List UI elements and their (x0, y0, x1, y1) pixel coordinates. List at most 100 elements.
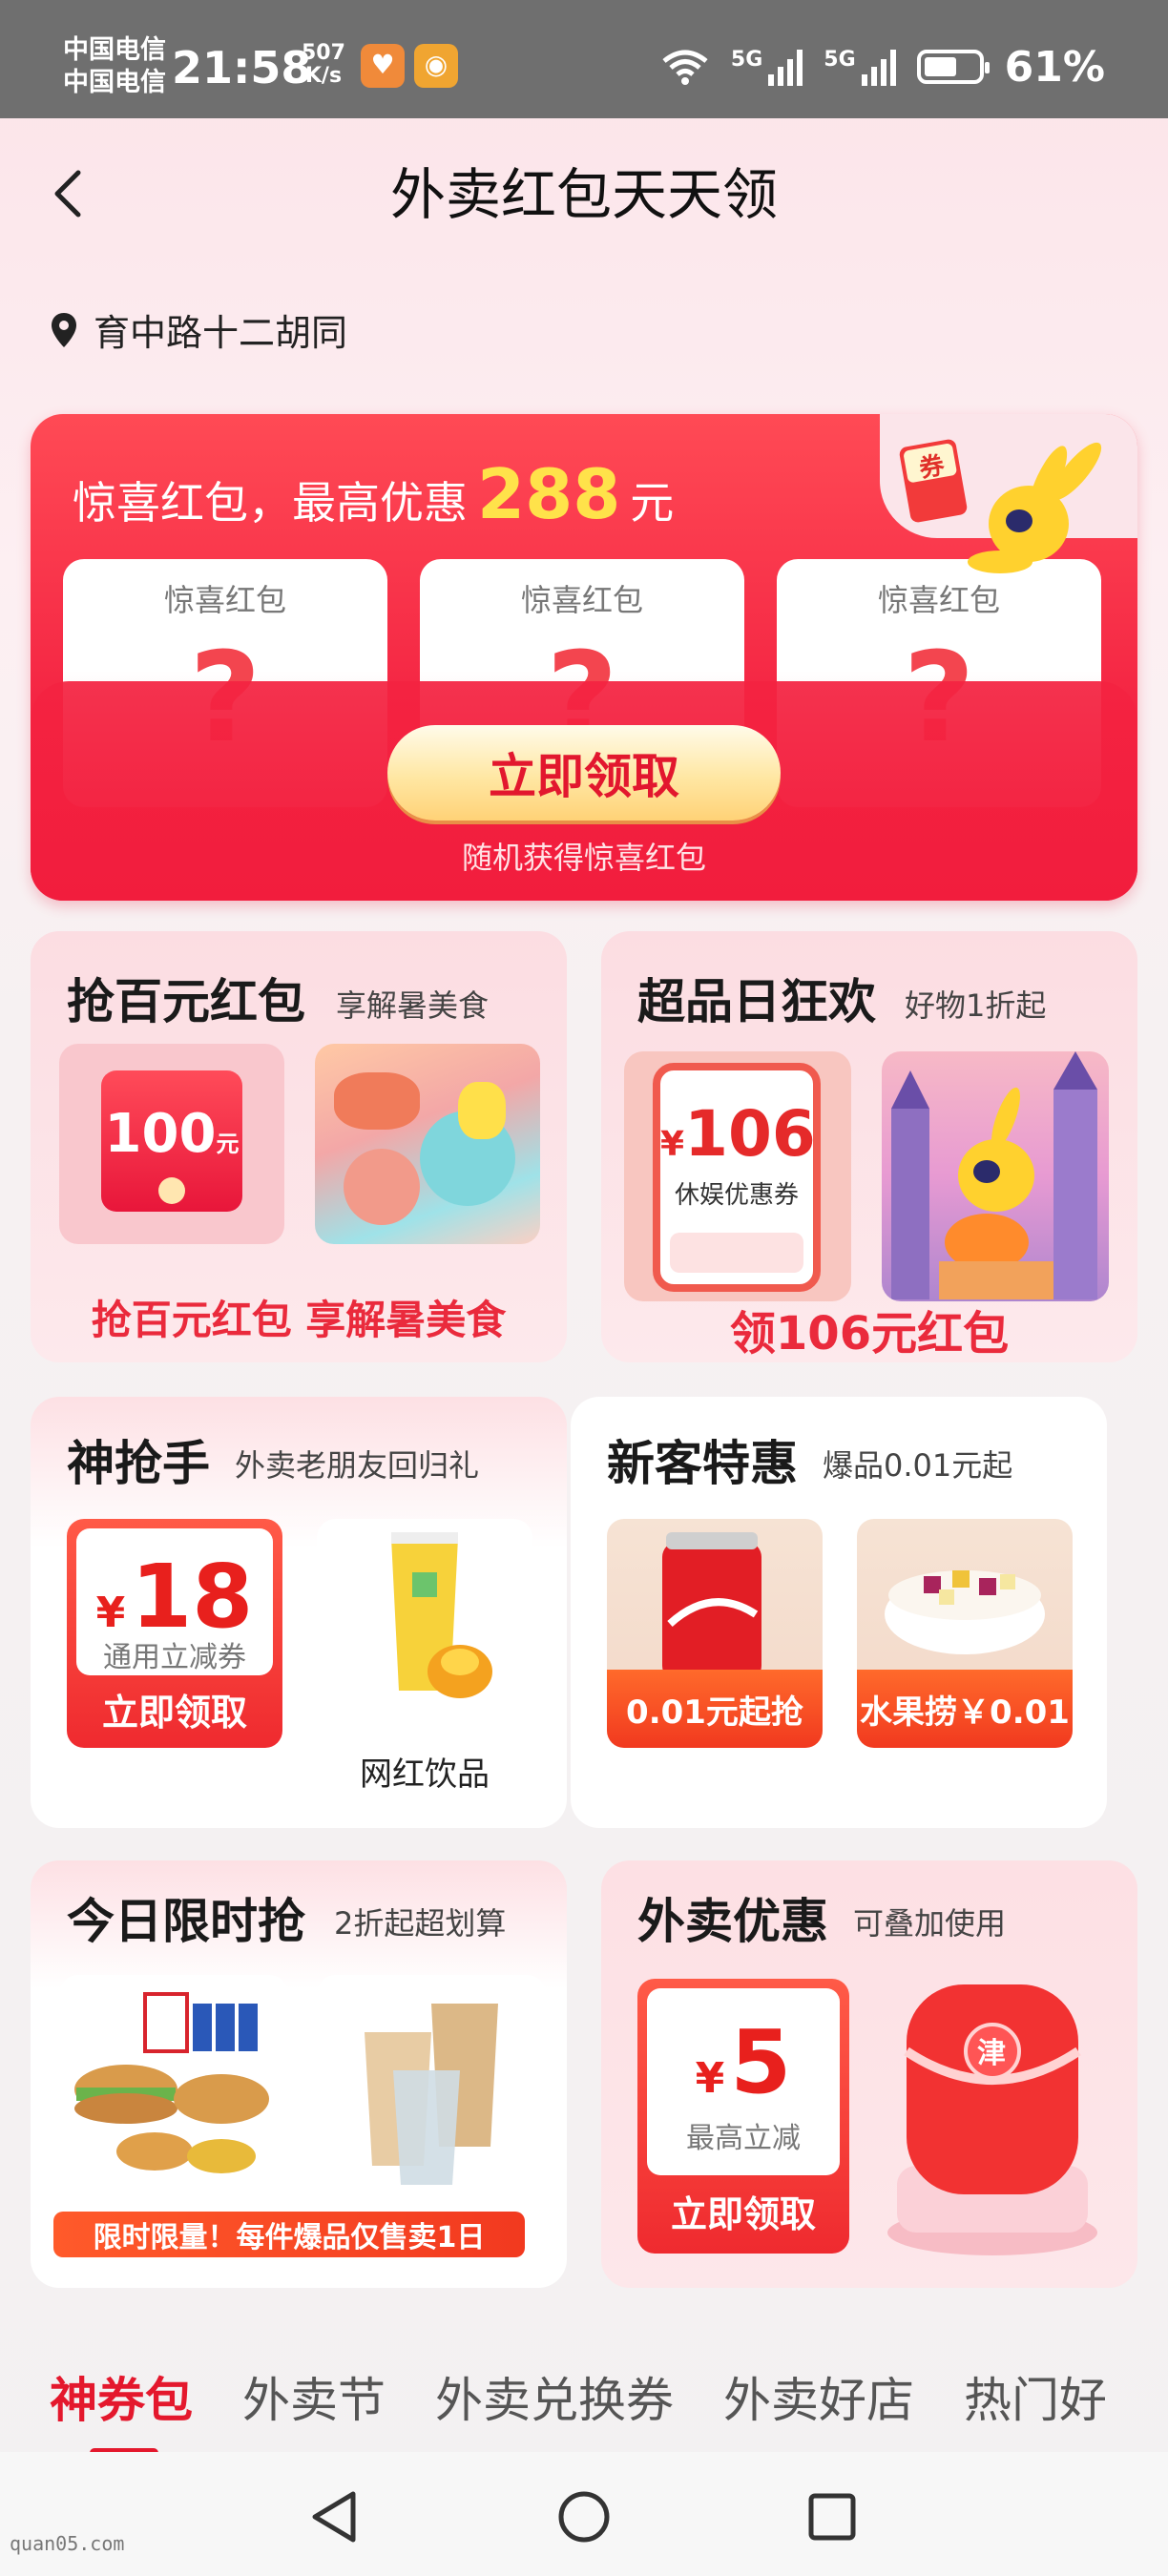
packet-value: 100 (104, 1103, 217, 1165)
surprise-max-amount: 288 (477, 454, 621, 534)
wifi-icon (660, 48, 710, 86)
status-indicators: 5G 5G 61% (660, 38, 1105, 95)
weibo-app-icon: ◉ (414, 44, 458, 88)
jar-glyph: 津 (977, 2037, 1006, 2070)
tile-subtitle: 爆品0.01元起 (823, 1447, 1013, 1484)
clock: 21:58 (172, 42, 312, 93)
fruit-bowl-icon (885, 1570, 1045, 1654)
net-speed-value: 507 (302, 41, 345, 65)
coupon-value: 5 (730, 2011, 792, 2113)
red-jar-icon: 津 (887, 1984, 1097, 2255)
tile-title: 神抢手 (67, 1436, 210, 1491)
surprise-title-prefix: 惊喜红包，最高优惠 (73, 477, 468, 529)
coupon-note: 最高立减 (686, 2122, 801, 2155)
fried-chicken-combo-image (59, 1975, 288, 2194)
coupon-symbol: ¥ (695, 2054, 725, 2103)
tile-subtitle: 2折起超划算 (334, 1905, 507, 1942)
surprise-red-packet-banner: 惊喜红包，最高优惠 288 元 惊喜红包 ? 惊喜红包 ? 惊喜红包 ? 立即领… (31, 414, 1137, 901)
burger-combo-icon (74, 1992, 269, 2173)
tab-good-shops[interactable]: 外卖好店 (723, 2367, 914, 2434)
coupon-desc: 休娱优惠券 (674, 1181, 799, 1210)
tile-subtitle: 可叠加使用 (853, 1905, 1007, 1942)
tile-caption: 领106元红包 (729, 1307, 1010, 1361)
tile-title: 超品日狂欢 (637, 974, 876, 1029)
product-card[interactable]: 水果捞￥0.01 (857, 1519, 1073, 1748)
battery-icon (916, 50, 990, 84)
claim-surprise-button[interactable]: 立即领取 (387, 725, 781, 821)
product-label: 网红饮品 (360, 1755, 490, 1794)
triangle-back-icon (312, 2491, 356, 2543)
coupon-symbol: ¥ (660, 1125, 685, 1164)
tab-delivery-festival[interactable]: 外卖节 (242, 2367, 386, 2434)
red-packet-100-image: 100元 (59, 1044, 284, 1244)
tile-grabber[interactable]: 神抢手 外卖老朋友回归礼 ¥18 通用立减券 立即领取 网红饮品 (31, 1397, 567, 1828)
surprise-subtitle: 随机获得惊喜红包 (461, 840, 706, 876)
mystery-card-label: 惊喜红包 (520, 582, 643, 618)
red-envelope-icon: 100元 (101, 1070, 242, 1212)
net-speed-unit: K/s (304, 64, 343, 88)
coupon-5[interactable]: ¥5 最高立减 立即领取 (637, 1979, 849, 2254)
location-pin-icon (52, 312, 76, 347)
surprise-amount-unit: 元 (630, 477, 675, 529)
category-tabs: 神券包 外卖节 外卖兑换券 外卖好店 热门好 (0, 2353, 1168, 2448)
tab-coupon-pack[interactable]: 神券包 (50, 2367, 193, 2434)
product-price: 0.01元起抢 (607, 1670, 823, 1748)
product-price: 水果捞￥0.01 (857, 1670, 1073, 1748)
tile-delivery-discount[interactable]: 外卖优惠 可叠加使用 ¥5 最高立减 立即领取 津 (601, 1860, 1137, 2288)
tile-subtitle: 享解暑美食 (336, 987, 490, 1024)
tile-title: 新客特惠 (607, 1436, 798, 1491)
location-address: 育中路十二胡同 (94, 312, 348, 354)
carrier-info: 中国电信 中国电信 (63, 34, 166, 99)
coupon-note: 通用立减券 (103, 1641, 246, 1674)
tile-subtitle: 外卖老朋友回归礼 (235, 1447, 480, 1484)
tile-title: 抢百元红包 (67, 974, 305, 1029)
location-selector[interactable]: 育中路十二胡同 (50, 303, 347, 356)
coupon-symbol: ¥ (95, 1589, 126, 1637)
page-title: 外卖红包天天领 (389, 162, 778, 227)
coupon-cta: 立即领取 (101, 1692, 247, 1734)
coupon-value: 18 (131, 1546, 254, 1648)
iced-drinks-image (317, 1975, 546, 2194)
nav-home-button[interactable] (546, 2479, 622, 2555)
signal-icon-2: 5G (824, 48, 896, 86)
tab-delivery-vouchers[interactable]: 外卖兑换券 (435, 2367, 674, 2434)
tile-hundred-packet[interactable]: 抢百元红包 享解暑美食 100元 抢百元红包 享解暑美食 (31, 931, 567, 1362)
bubble-tea-icon (391, 1532, 492, 1698)
castle-mascot-image (882, 1051, 1109, 1301)
tile-title: 今日限时抢 (67, 1894, 305, 1949)
tile-caption: 抢百元红包 享解暑美食 (91, 1297, 507, 1343)
packet-unit: 元 (216, 1131, 240, 1157)
product-card[interactable]: 0.01元起抢 (607, 1519, 823, 1748)
nav-back-button[interactable] (296, 2479, 372, 2555)
flash-sale-ribbon: 限时限量！每件爆品仅售卖1日 (53, 2212, 525, 2257)
seafood-platter-image (315, 1044, 540, 1244)
signal-2-label: 5G (824, 48, 856, 72)
status-bar: 中国电信 中国电信 21:58 507 K/s ♥ ◉ 5G 5G 61% (0, 0, 1168, 118)
tile-title: 外卖优惠 (637, 1894, 828, 1949)
coupon-value: 106 (684, 1097, 816, 1171)
watermark: quan05.com (10, 2532, 125, 2555)
battery-percent: 61% (1004, 42, 1105, 92)
iced-coffee-icon (365, 2004, 498, 2185)
circle-home-icon (558, 2491, 610, 2543)
heart-app-icon: ♥ (361, 44, 405, 88)
mystery-card-label: 惊喜红包 (877, 582, 1000, 618)
castle-rabbit-icon (891, 1051, 1097, 1299)
signal-1-label: 5G (730, 48, 763, 72)
net-speed: 507 K/s (302, 42, 345, 88)
coupon-106-image: ¥106 休娱优惠券 (624, 1051, 851, 1301)
mystery-card-label: 惊喜红包 (163, 582, 286, 618)
coupon-cta: 立即领取 (670, 2193, 816, 2235)
carrier-1: 中国电信 (63, 35, 166, 65)
square-recents-icon (808, 2493, 856, 2541)
mascot-rabbit-icon: 券 (899, 439, 1102, 573)
tile-super-day[interactable]: 超品日狂欢 好物1折起 ¥106 休娱优惠券 领106元红包 (601, 931, 1137, 1362)
tab-popular[interactable]: 热门好 (964, 2367, 1107, 2434)
tile-new-customer[interactable]: 新客特惠 爆品0.01元起 0.01元起抢 水果捞￥0.01 (571, 1397, 1107, 1828)
tile-subtitle: 好物1折起 (905, 987, 1047, 1024)
coupon-18[interactable]: ¥18 通用立减券 立即领取 (67, 1519, 282, 1748)
system-nav-bar (0, 2452, 1168, 2576)
nav-recents-button[interactable] (794, 2479, 870, 2555)
signal-icon-1: 5G (731, 48, 803, 86)
drink-image (317, 1519, 532, 1748)
